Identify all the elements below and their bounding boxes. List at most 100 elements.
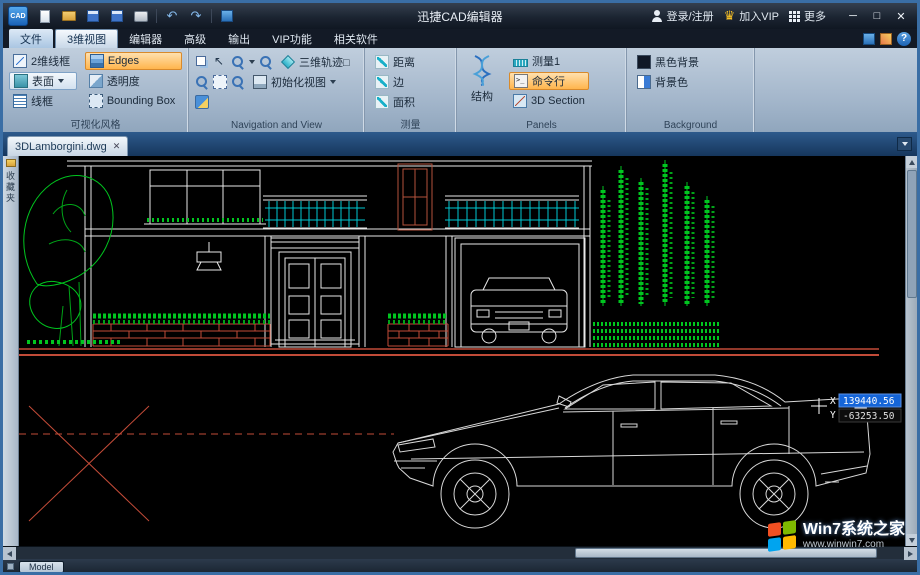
scroll-up-button[interactable] (906, 156, 918, 168)
quick-access-toolbar (36, 7, 236, 25)
tab-vip-features[interactable]: VIP功能 (261, 29, 323, 48)
vertical-scrollbar[interactable] (905, 156, 917, 546)
command-line-panel-button[interactable]: 命令行 (509, 72, 589, 90)
app-logo: CAD (8, 6, 28, 26)
vertical-scroll-thumb[interactable] (907, 170, 917, 298)
group-measure: 距离 边 面积 测量 (365, 48, 457, 132)
more-button[interactable]: 更多 (789, 8, 826, 24)
chevron-down-icon (58, 79, 64, 83)
vegetation (24, 160, 721, 346)
new-file-button[interactable] (36, 7, 54, 25)
cad-drawing: X 139440.56 Y -63253.50 (19, 156, 905, 546)
zoom-extents-icon[interactable] (195, 75, 209, 89)
undo-button[interactable] (163, 7, 181, 25)
options-button[interactable] (218, 7, 236, 25)
transparency-button[interactable]: 透明度 (85, 72, 182, 90)
car-wireframe (393, 375, 870, 528)
zoom-out-icon[interactable] (231, 75, 245, 89)
document-tab-bar: 3DLamborgini.dwg ✕ (3, 132, 917, 156)
scroll-left-button[interactable] (3, 547, 16, 560)
coord-y-label: Y (830, 410, 836, 421)
orbit-3d-button[interactable]: 三维轨迹□ (277, 53, 354, 71)
group-label-panels: Panels (457, 120, 626, 131)
surface-dropdown[interactable]: 表面 (9, 72, 77, 90)
scroll-down-button[interactable] (906, 534, 918, 546)
group-label-background: Background (627, 120, 754, 131)
model-tab[interactable]: Model (19, 561, 64, 573)
document-tab[interactable]: 3DLamborgini.dwg ✕ (7, 136, 128, 156)
ribbon: 2维线框 Edges 表面 透明度 线框 Bounding Box 可视化风格 … (3, 48, 917, 132)
coord-x-value: 139440.56 (843, 396, 895, 407)
style-icon[interactable] (863, 33, 875, 45)
surface-icon (14, 74, 28, 88)
redo-button[interactable] (187, 7, 205, 25)
wireframe-2d-button[interactable]: 2维线框 (9, 52, 77, 70)
title-bar: CAD 迅捷CAD编辑器 登录/注册 加入VIP (3, 3, 917, 29)
open-file-button[interactable] (60, 7, 78, 25)
document-tab-name: 3DLamborgini.dwg (15, 141, 107, 153)
edges-button[interactable]: Edges (85, 52, 182, 70)
cube-edges-icon (90, 54, 104, 68)
crown-icon (724, 8, 736, 24)
print-button[interactable] (132, 7, 150, 25)
new-file-icon (40, 10, 50, 23)
left-panel-label: 收藏夹 (4, 171, 17, 204)
minimize-button[interactable]: ─ (842, 6, 864, 26)
measure-distance-button[interactable]: 距离 (371, 53, 419, 71)
ribbon-tab-bar: 文件 3维视图 编辑器 高级 输出 VIP功能 相关软件 ? (3, 29, 917, 48)
viewports-icon[interactable] (196, 56, 206, 66)
document-list-dropdown[interactable] (897, 137, 912, 151)
group-background: 黑色背景 背景色 Background (627, 48, 755, 132)
background-color-icon (637, 75, 651, 89)
help-button[interactable]: ? (897, 32, 911, 46)
save-button[interactable] (84, 7, 102, 25)
left-panel-tab[interactable]: 收藏夹 (3, 156, 19, 546)
transparency-icon (89, 74, 103, 88)
toolbar-separator (211, 9, 212, 23)
zoom-in-icon[interactable] (231, 55, 245, 69)
zoom-dropdown-icon[interactable] (249, 60, 255, 64)
tab-editor[interactable]: 编辑器 (118, 29, 173, 48)
black-background-button[interactable]: 黑色背景 (633, 53, 703, 71)
dna-helix-icon (471, 54, 493, 86)
user-icon (651, 10, 663, 22)
window-title: 迅捷CAD编辑器 (417, 8, 502, 25)
measure1-panel-button[interactable]: 测量1 (509, 52, 589, 70)
background-color-button[interactable]: 背景色 (633, 73, 692, 91)
tab-advanced[interactable]: 高级 (173, 29, 217, 48)
measure-edge-button[interactable]: 边 (371, 73, 408, 91)
wireframe-button[interactable]: 线框 (9, 92, 77, 110)
save-icon (87, 10, 99, 22)
join-vip-button[interactable]: 加入VIP (724, 8, 779, 24)
open-folder-icon (62, 11, 76, 21)
theme-icon[interactable] (880, 33, 892, 45)
horizontal-scroll-thumb[interactable] (575, 548, 877, 558)
tab-output[interactable]: 输出 (217, 29, 261, 48)
favorites-icon (6, 159, 16, 167)
structure-panel-button[interactable]: 结构 (463, 52, 501, 118)
scroll-right-button[interactable] (904, 547, 917, 560)
tab-3d-view[interactable]: 3维视图 (55, 29, 118, 48)
tab-related-software[interactable]: 相关软件 (323, 29, 389, 48)
login-button[interactable]: 登录/注册 (651, 8, 714, 24)
bounding-box-button[interactable]: Bounding Box (85, 92, 182, 110)
select-cursor-icon[interactable] (213, 55, 227, 69)
drawing-canvas[interactable]: X 139440.56 Y -63253.50 (19, 156, 905, 546)
options-icon (221, 10, 233, 22)
save-as-icon (111, 10, 123, 22)
balcony-railings (265, 201, 579, 227)
save-as-button[interactable] (108, 7, 126, 25)
edge-icon (375, 75, 389, 89)
horizontal-scrollbar[interactable] (3, 546, 917, 559)
document-close-icon[interactable]: ✕ (113, 141, 121, 152)
horizontal-scroll-track[interactable] (16, 547, 904, 559)
close-button[interactable]: ✕ (890, 6, 912, 26)
3d-section-panel-button[interactable]: 3D Section (509, 92, 589, 110)
rect-select-icon[interactable] (213, 75, 227, 89)
zoom-window-icon[interactable] (259, 55, 273, 69)
render-brush-icon[interactable] (195, 95, 209, 109)
tab-file[interactable]: 文件 (9, 29, 53, 48)
init-view-dropdown[interactable]: 初始化视图 (249, 73, 340, 91)
measure-area-button[interactable]: 面积 (371, 93, 419, 111)
maximize-button[interactable]: □ (866, 6, 888, 26)
